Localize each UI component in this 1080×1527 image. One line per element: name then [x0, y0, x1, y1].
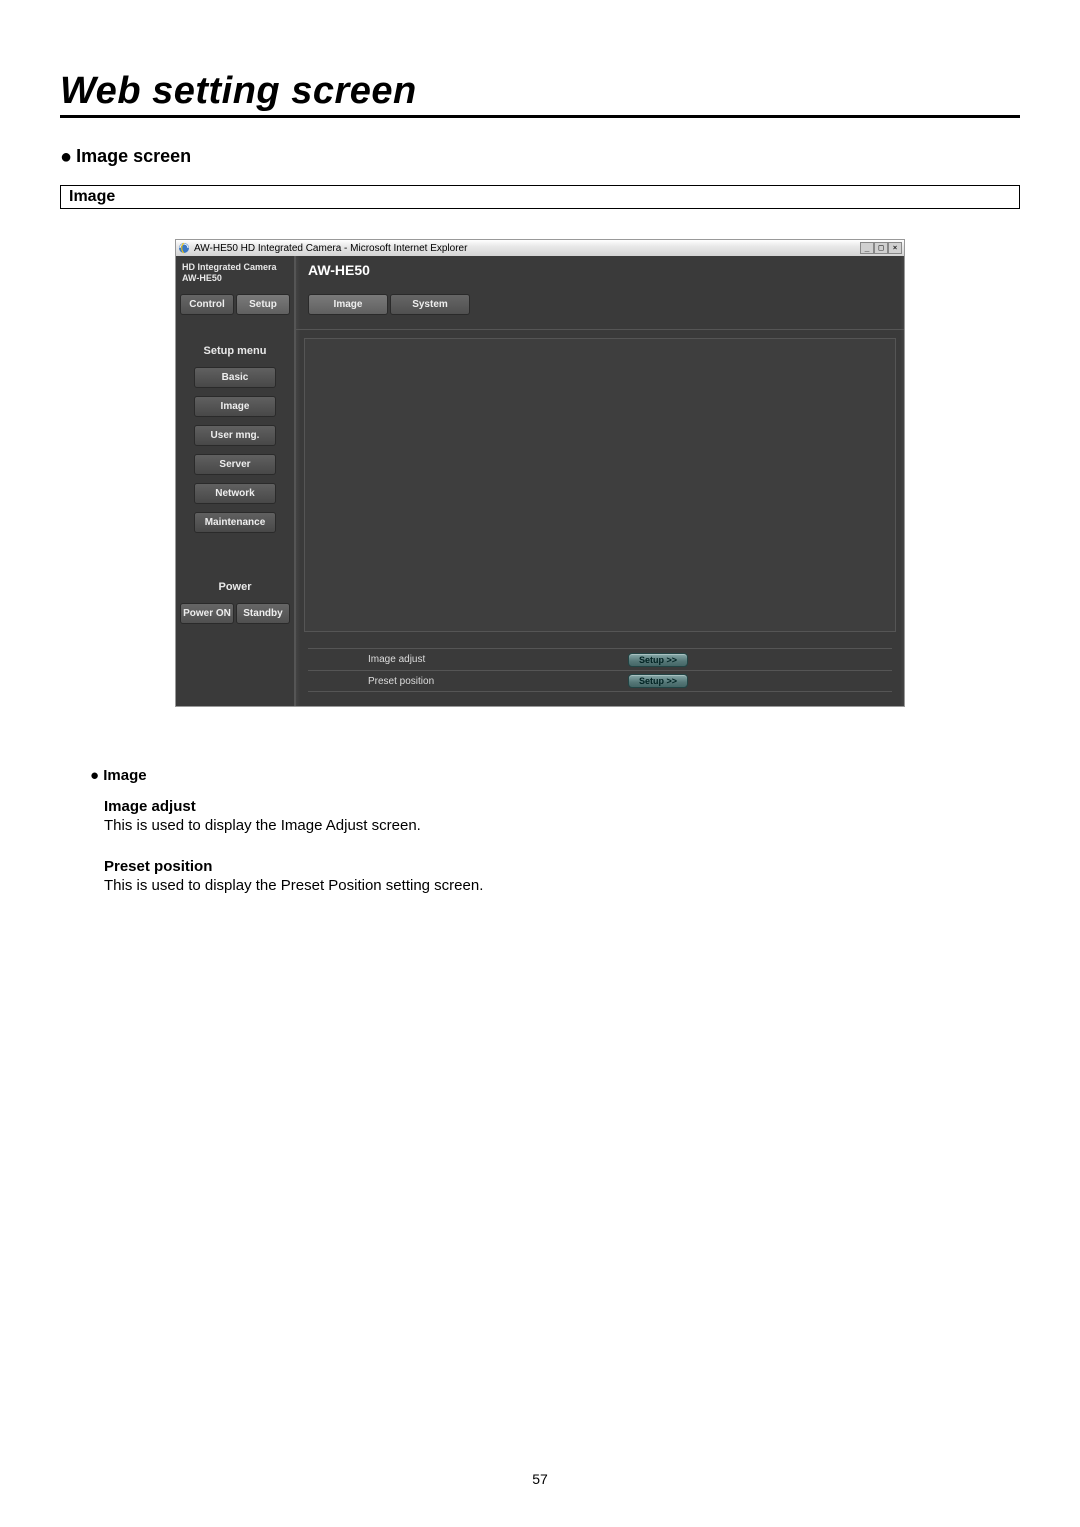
main-tab-system[interactable]: System	[390, 294, 470, 315]
tab-setup[interactable]: Setup	[236, 294, 290, 315]
term-image-adjust: Image adjust	[104, 798, 1020, 815]
ie-icon	[178, 242, 190, 254]
standby-button[interactable]: Standby	[236, 603, 290, 624]
bullet-icon: ●	[60, 147, 72, 167]
setup-button-preset-position[interactable]: Setup >>	[628, 674, 688, 688]
window-title-text: AW-HE50 HD Integrated Camera - Microsoft…	[194, 243, 467, 254]
section-heading-text: Image screen	[76, 146, 191, 167]
label-image-adjust: Image adjust	[308, 654, 508, 665]
tab-control[interactable]: Control	[180, 294, 234, 315]
menu-user-mng[interactable]: User mng.	[194, 425, 276, 446]
menu-network[interactable]: Network	[194, 483, 276, 504]
content-area	[304, 338, 896, 632]
term-preset-position: Preset position	[104, 858, 1020, 875]
desc-heading: ● Image	[90, 767, 1020, 784]
power-on-button[interactable]: Power ON	[180, 603, 234, 624]
menu-basic[interactable]: Basic	[194, 367, 276, 388]
window-titlebar: AW-HE50 HD Integrated Camera - Microsoft…	[176, 240, 904, 256]
screenshot-window: AW-HE50 HD Integrated Camera - Microsoft…	[175, 239, 905, 707]
desc-heading-text: Image	[103, 767, 146, 784]
label-preset-position: Preset position	[308, 676, 508, 687]
window-buttons: _ □ ×	[860, 242, 902, 254]
page-number: 57	[0, 1471, 1080, 1487]
menu-server[interactable]: Server	[194, 454, 276, 475]
sidebar: HD Integrated Camera AW-HE50 Control Set…	[176, 256, 296, 706]
menu-image[interactable]: Image	[194, 396, 276, 417]
main-tab-image[interactable]: Image	[308, 294, 388, 315]
device-label: HD Integrated Camera AW-HE50	[180, 260, 290, 294]
main-pane-title: AW-HE50	[308, 262, 894, 278]
close-icon[interactable]: ×	[888, 242, 902, 254]
power-header: Power	[180, 581, 290, 593]
section-heading: ● Image screen	[60, 146, 1020, 167]
description-block: ● Image Image adjust This is used to dis…	[90, 767, 1020, 894]
def-image-adjust: This is used to display the Image Adjust…	[104, 817, 1020, 834]
main-pane: AW-HE50 Image System Image adjust Setup …	[296, 256, 904, 706]
setup-menu-header: Setup menu	[180, 345, 290, 357]
page-title: Web setting screen	[60, 70, 1020, 115]
subsection-label: Image	[60, 185, 1020, 209]
maximize-icon[interactable]: □	[874, 242, 888, 254]
title-rule	[60, 115, 1020, 118]
def-preset-position: This is used to display the Preset Posit…	[104, 877, 1020, 894]
row-image-adjust: Image adjust Setup >>	[308, 648, 892, 670]
minimize-icon[interactable]: _	[860, 242, 874, 254]
setup-button-image-adjust[interactable]: Setup >>	[628, 653, 688, 667]
menu-maintenance[interactable]: Maintenance	[194, 512, 276, 533]
row-preset-position: Preset position Setup >>	[308, 670, 892, 692]
